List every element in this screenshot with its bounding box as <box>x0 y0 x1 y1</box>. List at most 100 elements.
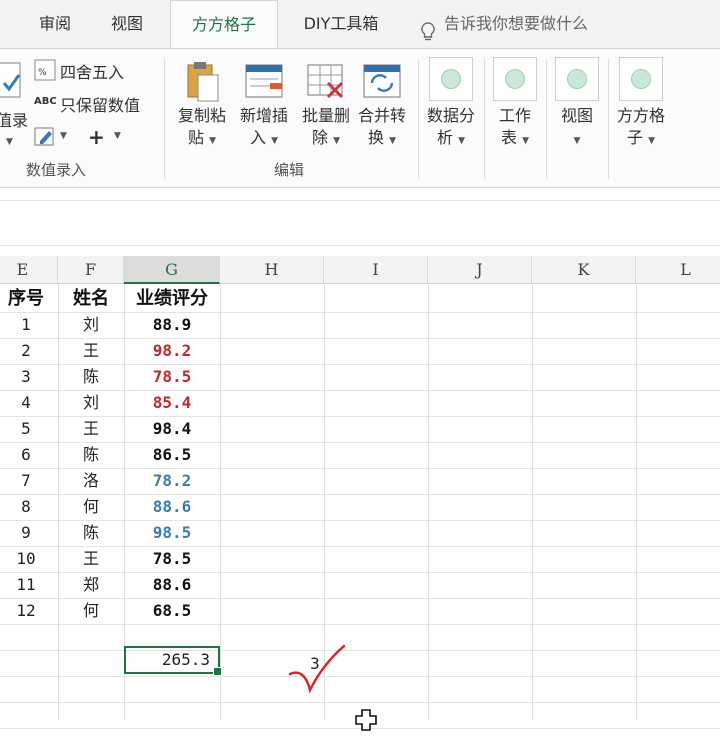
ribbon-separator <box>484 59 485 179</box>
delete-table-icon <box>304 59 348 103</box>
batch-delete-button[interactable]: 批量删 除 ▼ <box>294 59 358 152</box>
worksheet-button[interactable]: 工作 表 ▼ <box>488 57 542 152</box>
cell-no[interactable]: 10 <box>0 546 56 572</box>
round-label: 四舍五入 <box>60 63 125 82</box>
column-header-e[interactable]: E <box>0 256 58 284</box>
cell-no[interactable]: 9 <box>0 520 56 546</box>
column-header-j[interactable]: J <box>428 256 532 284</box>
column-header-g[interactable]: G <box>124 256 220 284</box>
cell-no[interactable]: 2 <box>0 338 56 364</box>
chevron-down-icon: ▼ <box>6 137 13 147</box>
header-cell-score[interactable]: 业绩评分 <box>124 286 220 312</box>
insert-line1: 新增插 <box>239 106 288 125</box>
cell-score[interactable]: 86.5 <box>124 442 220 468</box>
cell-score[interactable]: 68.5 <box>124 598 220 624</box>
column-header-f[interactable]: F <box>58 256 124 284</box>
batch-delete-line2: 除 <box>311 128 328 147</box>
worksheet-line2: 表 <box>500 128 517 147</box>
column-header-i[interactable]: I <box>324 256 428 284</box>
cell-score[interactable]: 98.4 <box>124 416 220 442</box>
check-doc-icon <box>0 62 21 98</box>
cell-name[interactable]: 陈 <box>58 364 124 390</box>
column-header-l[interactable]: L <box>636 256 720 284</box>
chevron-down-icon: ▼ <box>333 136 341 146</box>
cell-score[interactable]: 98.2 <box>124 338 220 364</box>
ribbon-tab-bar: 审阅 视图 方方格子 DIY工具箱 告诉我你想要做什么 <box>0 0 720 50</box>
tell-me-search[interactable]: 告诉我你想要做什么 <box>420 0 588 48</box>
ribbon-separator <box>608 59 609 179</box>
cell-no[interactable]: 5 <box>0 416 56 442</box>
cell-name[interactable]: 何 <box>58 598 124 624</box>
cell-name[interactable]: 刘 <box>58 390 124 416</box>
chevron-down-icon: ▼ <box>209 136 217 146</box>
grid-line <box>428 284 429 720</box>
fill-handle[interactable] <box>213 667 222 676</box>
copy-paste-button[interactable]: 复制粘 贴 ▼ <box>170 59 234 152</box>
cell-name[interactable]: 王 <box>58 416 124 442</box>
tab-review[interactable]: 审阅 <box>20 0 90 48</box>
group-label-value-entry: 数值录入 <box>26 161 87 179</box>
insert-button[interactable]: 新增插 入 ▼ <box>232 59 296 152</box>
cell-score[interactable]: 98.5 <box>124 520 220 546</box>
cell-name[interactable]: 陈 <box>58 520 124 546</box>
view-button[interactable]: 视图 ▼ <box>550 57 604 152</box>
cell-name[interactable]: 何 <box>58 494 124 520</box>
cell-name[interactable]: 洛 <box>58 468 124 494</box>
data-analysis-button[interactable]: 数据分 析 ▼ <box>422 57 480 152</box>
cell-no[interactable]: 3 <box>0 364 56 390</box>
cell-score[interactable]: 78.5 <box>124 546 220 572</box>
plus-dropdown-button[interactable]: + ▼ <box>86 125 126 151</box>
insert-line2: 入 <box>249 128 266 147</box>
chevron-down-icon: ▼ <box>458 136 466 146</box>
value-entry-big-button[interactable]: 值录 ▼ <box>0 59 28 149</box>
cell-no[interactable]: 8 <box>0 494 56 520</box>
view-icon <box>555 57 599 101</box>
fangfanggezi-line2: 子 <box>626 128 643 147</box>
merge-convert-icon <box>360 59 404 103</box>
cell-score[interactable]: 88.9 <box>124 312 220 338</box>
fangfanggezi-button[interactable]: 方方格 子 ▼ <box>612 57 670 152</box>
cell-name[interactable]: 王 <box>58 546 124 572</box>
cell-no[interactable]: 4 <box>0 390 56 416</box>
fangfanggezi-icon <box>619 57 663 101</box>
round-icon: % <box>34 59 56 81</box>
cell-no[interactable]: 11 <box>0 572 56 598</box>
chevron-down-icon: ▼ <box>271 136 279 146</box>
cell-no[interactable]: 6 <box>0 442 56 468</box>
header-cell-no[interactable]: 序号 <box>0 286 56 312</box>
column-header-k[interactable]: K <box>532 256 636 284</box>
cell-score[interactable]: 78.5 <box>124 364 220 390</box>
header-cell-name[interactable]: 姓名 <box>58 286 124 312</box>
ribbon-separator <box>418 59 419 179</box>
cell-no[interactable]: 12 <box>0 598 56 624</box>
grid-line <box>532 284 533 720</box>
view-line1: 视图 <box>560 106 593 125</box>
cell-score[interactable]: 78.2 <box>124 468 220 494</box>
cell-score[interactable]: 88.6 <box>124 494 220 520</box>
sum-value: 265.3 <box>161 650 210 669</box>
tab-fangfanggezi[interactable]: 方方格子 <box>170 0 278 50</box>
group-label-edit: 编辑 <box>274 161 305 179</box>
tab-view[interactable]: 视图 <box>96 0 158 48</box>
tab-diy-toolbox[interactable]: DIY工具箱 <box>286 0 396 48</box>
worksheet-line1: 工作 <box>498 106 531 125</box>
chevron-down-icon: ▼ <box>114 131 121 141</box>
cell-name[interactable]: 陈 <box>58 442 124 468</box>
cell-score[interactable]: 88.6 <box>124 572 220 598</box>
merge-convert-button[interactable]: 合并转 换 ▼ <box>350 59 414 152</box>
column-header-h[interactable]: H <box>220 256 324 284</box>
edit-dropdown-button[interactable]: ▼ <box>34 125 74 151</box>
cell-name[interactable]: 刘 <box>58 312 124 338</box>
tell-me-text: 告诉我你想要做什么 <box>444 14 589 33</box>
cell-name[interactable]: 郑 <box>58 572 124 598</box>
selected-sum-cell[interactable]: 265.3 <box>124 646 222 676</box>
cell-score[interactable]: 85.4 <box>124 390 220 416</box>
formula-bar[interactable] <box>0 200 720 246</box>
cell-no[interactable]: 7 <box>0 468 56 494</box>
cell-name[interactable]: 王 <box>58 338 124 364</box>
spreadsheet-grid[interactable]: E F G H I J K L 序号 姓名 业绩评分 1 刘 88.9 2 王 98.2… <box>0 256 720 731</box>
abc-icon: ABC <box>34 96 57 107</box>
insert-table-icon <box>242 59 286 103</box>
cell-no[interactable]: 1 <box>0 312 56 338</box>
keep-values-label: 只保留数值 <box>60 96 141 115</box>
